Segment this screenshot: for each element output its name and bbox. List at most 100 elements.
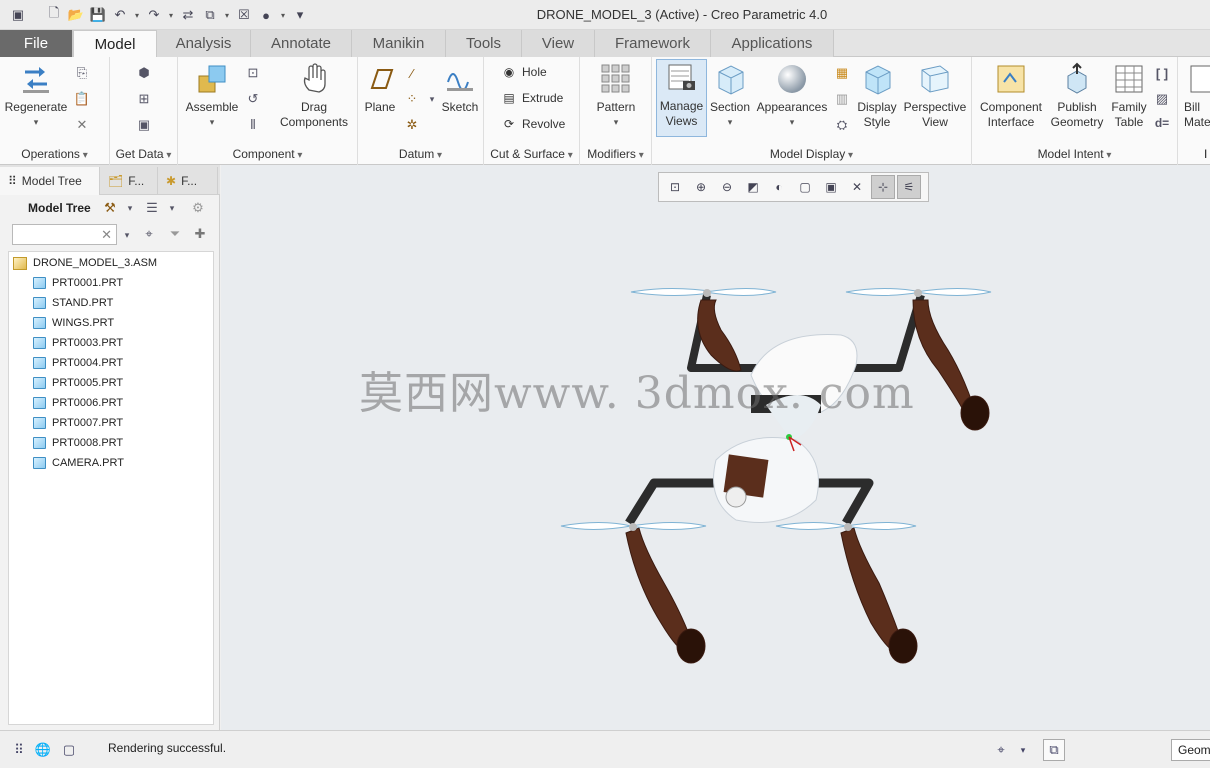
tree-root-assembly[interactable]: DRONE_MODEL_3.ASM (13, 253, 157, 273)
tree-item-part[interactable]: PRT0006.PRT (33, 393, 123, 413)
tree-item-part[interactable]: PRT0008.PRT (33, 433, 123, 453)
scene-icon[interactable]: ▦ (832, 63, 852, 83)
sketch-button[interactable]: Sketch (438, 61, 482, 115)
tree-item-part[interactable]: PRT0003.PRT (33, 333, 123, 353)
settings-hammer-icon[interactable]: ⚒ (100, 198, 120, 218)
tree-item-part[interactable]: CAMERA.PRT (33, 453, 124, 473)
extrude-button[interactable]: ▤ Extrude (500, 87, 563, 109)
publish-geometry-button[interactable]: Publish Geometry (1048, 61, 1106, 130)
display-style-label-2: Style (863, 115, 891, 129)
tree-item-part[interactable]: PRT0007.PRT (33, 413, 123, 433)
group-label-model-display[interactable]: Model Display (652, 147, 971, 161)
sketch-icon (442, 61, 478, 97)
user-defined-feature-icon[interactable]: ⬢ (134, 63, 154, 83)
delete-icon[interactable]: ✕ (72, 115, 92, 135)
bill-of-materials-button[interactable]: Bill Mate (1184, 61, 1210, 130)
shrinkwrap-icon[interactable]: ▣ (134, 115, 154, 135)
full-screen-icon[interactable]: ▢ (58, 739, 80, 761)
find-binoculars-icon[interactable]: ⌖ (139, 224, 159, 244)
toggle-navigator-icon[interactable]: ⠿ (8, 739, 30, 761)
mirror-component-icon[interactable]: ⫴ (243, 115, 263, 135)
tab-analysis[interactable]: Analysis (157, 30, 251, 57)
filter-funnel-icon[interactable]: ⏷ (165, 224, 185, 244)
group-label-cut-surface[interactable]: Cut & Surface (484, 147, 579, 161)
perspective-view-icon (917, 61, 953, 97)
selection-filter-dropdown[interactable]: Geometry (1171, 739, 1210, 761)
tab-view[interactable]: View (522, 30, 595, 57)
tab-framework[interactable]: Framework (595, 30, 711, 57)
revolve-button[interactable]: ⟳ Revolve (500, 113, 565, 135)
group-label-datum[interactable]: Datum (358, 147, 483, 161)
favorites-folder-icon: ✱ (166, 174, 177, 188)
drag-components-button[interactable]: Drag Components (274, 61, 354, 130)
component-interface-icon (993, 61, 1029, 97)
display-style-button[interactable]: Display Style (854, 61, 900, 130)
regenerate-button[interactable]: Regenerate ▾ (4, 61, 68, 130)
repeat-icon[interactable]: ↺ (243, 89, 263, 109)
add-column-icon[interactable]: ✚ (190, 224, 210, 244)
paste-icon[interactable]: 📋 (72, 89, 92, 109)
selection-filter-icon[interactable]: ⧉ (1043, 739, 1065, 761)
point-icon[interactable]: ⁘ (402, 89, 422, 109)
tab-model[interactable]: Model (73, 30, 157, 58)
copy-icon[interactable]: ⎘ (72, 63, 92, 83)
tab-model-tree[interactable]: ⠿ Model Tree (0, 167, 100, 195)
group-label-modifiers[interactable]: Modifiers (580, 147, 651, 161)
publish-label-2: Geometry (1050, 115, 1104, 129)
axis-icon[interactable]: ∕ (402, 63, 422, 83)
family-table-button[interactable]: Family Table (1108, 61, 1150, 130)
tab-applications[interactable]: Applications (711, 30, 834, 57)
plane-button[interactable]: Plane (360, 61, 400, 115)
drone-model-view[interactable] (221, 165, 1210, 730)
title-bar: ▣ 🗋 📂 💾 ↶ ▾ ↷ ▾ ⇄ ⧉ ▾ ☒ ● ▾ ▾ DRONE_MODE… (0, 0, 1210, 30)
group-label-model-intent[interactable]: Model Intent (972, 147, 1177, 161)
tree-item-part[interactable]: WINGS.PRT (33, 313, 114, 333)
relations-icon[interactable]: d= (1152, 113, 1172, 133)
show-list-icon[interactable]: ☰ (142, 198, 162, 218)
group-operations: Regenerate ▾ ⎘ 📋 ✕ Operations (0, 57, 110, 165)
coordinate-system-icon[interactable]: ✲ (402, 115, 422, 135)
tab-annotate[interactable]: Annotate (251, 30, 352, 57)
tab-folder-browser[interactable]: 🗂 F... (100, 167, 158, 195)
tree-item-part[interactable]: STAND.PRT (33, 293, 113, 313)
clear-search-icon[interactable]: ✕ (101, 227, 112, 243)
tab-tools[interactable]: Tools (446, 30, 522, 57)
tree-filter-settings-icon[interactable]: ⚙ (188, 198, 208, 218)
chevron-down-icon[interactable]: ▾ (162, 198, 182, 218)
tab-favorites[interactable]: ✱ F... (158, 167, 218, 195)
manage-views-button[interactable]: Manage Views (656, 59, 707, 137)
part-icon (33, 437, 46, 449)
switch-dimensions-icon[interactable]: ▨ (1152, 89, 1172, 109)
tab-file[interactable]: File (0, 30, 73, 57)
appearances-button[interactable]: Appearances ▾ (756, 61, 828, 130)
tree-item-part[interactable]: PRT0004.PRT (33, 353, 123, 373)
chevron-down-icon[interactable]: ▾ (120, 198, 140, 218)
tab-manikin[interactable]: Manikin (352, 30, 446, 57)
tree-item-part[interactable]: PRT0005.PRT (33, 373, 123, 393)
find-binoculars-icon[interactable]: ⌖ (990, 739, 1012, 761)
hole-button[interactable]: ◉ Hole (500, 61, 547, 83)
tree-search-input[interactable]: ✕ (12, 224, 117, 245)
tree-item-part[interactable]: PRT0001.PRT (33, 273, 123, 293)
component-interface-button[interactable]: Component Interface (976, 61, 1046, 130)
section-button[interactable]: Section ▾ (708, 61, 752, 130)
assemble-button[interactable]: Assemble ▾ (182, 61, 242, 130)
browser-icon[interactable]: 🌐 (32, 739, 54, 761)
display-settings-icon[interactable]: ⛭ (832, 115, 852, 135)
graphics-window[interactable]: ⊡ ⊕ ⊖ ◩ ◐ ▢ ▣ ✕ ⊹ ⚟ 莫西网www. 3dmox. com (221, 165, 1210, 730)
pattern-button[interactable]: Pattern ▾ (584, 61, 648, 130)
group-label-get-data[interactable]: Get Data (110, 147, 177, 161)
create-component-icon[interactable]: ⊡ (243, 63, 263, 83)
perspective-view-button[interactable]: Perspective View (902, 61, 968, 130)
saved-orientations-icon[interactable]: ▥ (832, 89, 852, 109)
parameters-icon[interactable]: [ ] (1152, 63, 1172, 83)
copy-geometry-icon[interactable]: ⊞ (134, 89, 154, 109)
group-label-investigate[interactable]: I (1204, 147, 1207, 161)
chevron-down-icon[interactable]: ▾ (117, 225, 137, 245)
model-tree-title: Model Tree (28, 201, 91, 215)
chevron-down-icon[interactable]: ▾ (1012, 739, 1034, 761)
group-label-component[interactable]: Component (178, 147, 357, 161)
part-icon (33, 417, 46, 429)
status-bar: ⠿ 🌐 ▢ Rendering successful. ⌖ ▾ ⧉ Geomet… (0, 730, 1210, 768)
group-label-operations[interactable]: Operations (0, 147, 109, 161)
